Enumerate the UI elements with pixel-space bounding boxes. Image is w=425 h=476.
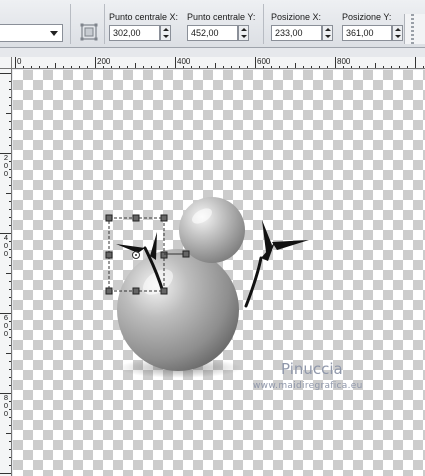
selection-handle[interactable]: [132, 287, 140, 295]
selection-handle[interactable]: [105, 251, 113, 259]
left-arm-twig: [116, 244, 145, 253]
right-arm-twig: [272, 240, 309, 250]
toolbar-divider: [104, 4, 105, 44]
toolbar-divider: [70, 4, 71, 44]
selection-handle[interactable]: [160, 251, 168, 259]
selection-handle[interactable]: [132, 214, 140, 222]
snowman-artwork: [105, 197, 309, 378]
position-x-label: Posizione X:: [271, 12, 322, 22]
ruler-label: 8 0 0: [3, 393, 9, 418]
center-x-spinner[interactable]: [160, 25, 171, 41]
vertical-ruler[interactable]: 2 0 0 4 0 0 6 0 0 8 0 0: [0, 69, 12, 476]
pivot-point-center: [135, 254, 137, 256]
center-y-input[interactable]: 452,00: [187, 25, 238, 41]
position-y-spinner[interactable]: [392, 25, 403, 41]
watermark-name: Pinuccia: [281, 360, 343, 378]
horizontal-ruler[interactable]: 0 200 400 600 800: [12, 57, 425, 69]
toolbar-grip-handle[interactable]: [404, 14, 425, 44]
left-arm-twig: [150, 232, 157, 260]
ruler-label: 4 0 0: [3, 233, 9, 258]
selection-handle[interactable]: [160, 287, 168, 295]
watermark-url: www.maidiregrafica.eu: [253, 381, 363, 391]
tool-options-bar: Punto centrale X: 302,00 Punto centrale …: [0, 0, 425, 48]
position-y-input[interactable]: 361,00: [342, 25, 392, 41]
ruler-label: 400: [177, 57, 191, 66]
snowman-body: [117, 249, 239, 371]
ruler-label: 0: [17, 57, 22, 66]
pick-tool-icon[interactable]: [79, 22, 99, 42]
ruler-label: 2 0 0: [3, 153, 9, 178]
rotation-handle[interactable]: [182, 250, 190, 258]
image-canvas[interactable]: Pinuccia www.maidiregrafica.eu: [13, 70, 425, 476]
position-x-spinner[interactable]: [322, 25, 333, 41]
ruler-label: 200: [97, 57, 111, 66]
chevron-down-icon: [50, 31, 58, 36]
right-arm: [244, 256, 263, 308]
position-x-input[interactable]: 233,00: [271, 25, 322, 41]
center-x-label: Punto centrale X:: [109, 12, 179, 22]
position-y-label: Posizione Y:: [342, 12, 392, 22]
selection-handle[interactable]: [160, 214, 168, 222]
ruler-label: 6 0 0: [3, 313, 9, 338]
toolbar-divider: [263, 4, 264, 44]
center-y-label: Punto centrale Y:: [187, 12, 256, 22]
center-y-spinner[interactable]: [238, 25, 249, 41]
mode-dropdown[interactable]: [0, 24, 63, 42]
ruler-label: 800: [337, 57, 351, 66]
selection-handle[interactable]: [105, 287, 113, 295]
horizontal-ruler-ticks: [15, 57, 424, 68]
center-x-input[interactable]: 302,00: [109, 25, 160, 41]
ruler-label: 600: [257, 57, 271, 66]
ruler-corner: [0, 57, 12, 69]
selection-handle[interactable]: [105, 214, 113, 222]
